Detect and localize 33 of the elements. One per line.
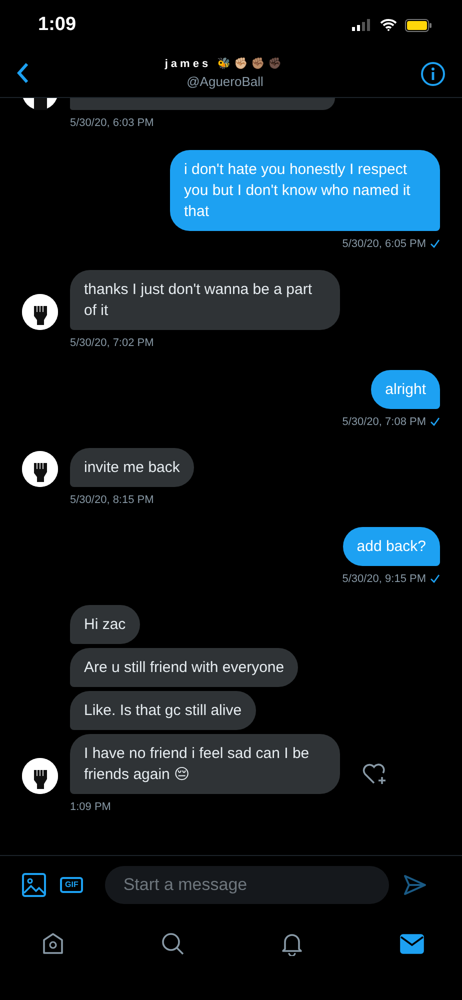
timestamp: 1:09 PM (70, 800, 112, 815)
image-icon[interactable] (22, 872, 46, 896)
info-button[interactable] (420, 60, 446, 86)
message-input[interactable]: Start a message (105, 866, 390, 904)
battery-icon (405, 18, 432, 32)
clock: 1:09 (38, 12, 76, 37)
send-icon[interactable] (403, 874, 428, 896)
message-bubble: alright (371, 370, 440, 408)
contact-name: james 🐝✊🏼✊🏽✊🏿 (164, 56, 286, 72)
gif-button[interactable]: GIF (60, 876, 84, 892)
timestamp: 5/30/20, 7:08 PM (342, 414, 426, 430)
back-button[interactable] (16, 62, 30, 86)
timestamp: 5/30/20, 6:05 PM (342, 236, 426, 252)
timestamp: 5/30/20, 9:15 PM (342, 572, 426, 586)
timestamp: 5/30/20, 6:03 PM (70, 116, 155, 131)
timestamp: 5/30/20, 8:15 PM (70, 493, 155, 508)
message-bubble: invite me back (70, 448, 194, 487)
signal-icon (352, 19, 372, 31)
message-bubble: Hi zac (70, 605, 140, 644)
message-bubble: i don't hate you honestly I respect you but I don't know who named it that (170, 150, 440, 230)
wifi-icon (380, 19, 397, 31)
messages-tab[interactable] (400, 934, 424, 954)
message-bubble: Are u still friend with everyone (70, 648, 298, 687)
like-icon[interactable] (362, 762, 388, 786)
message-bubble: Like. Is that gc still alive (70, 691, 256, 730)
notifications-tab[interactable] (281, 932, 304, 956)
message-bubble: add back? (342, 526, 440, 566)
message-bubble: I have no friend i feel sad can I be friends again 😔 (70, 734, 340, 794)
contact-handle: @AgueroBall (186, 73, 264, 91)
message-bubble: thanks I just don't wanna be a part of it (70, 270, 340, 330)
home-tab[interactable] (42, 932, 64, 956)
search-tab[interactable] (160, 932, 185, 956)
timestamp: 5/30/20, 7:02 PM (70, 336, 155, 351)
